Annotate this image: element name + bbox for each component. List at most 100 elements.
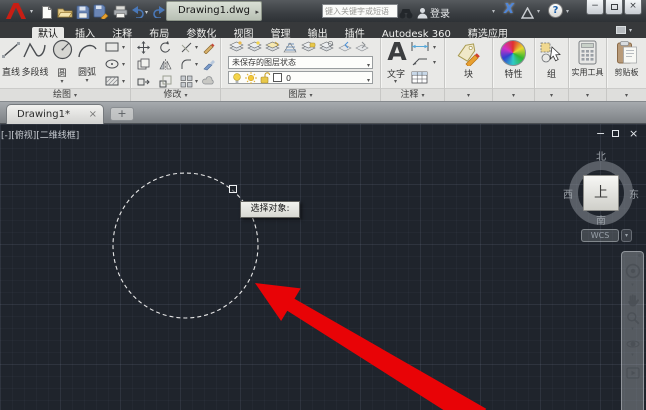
selected-circle[interactable] bbox=[113, 173, 258, 318]
paste-button[interactable] bbox=[616, 40, 638, 69]
undo-button[interactable] bbox=[129, 3, 146, 20]
color-wheel-icon[interactable] bbox=[500, 40, 526, 66]
rotate-tool-button[interactable] bbox=[158, 40, 173, 54]
viewport-controls[interactable]: [-][俯视][二维线框] bbox=[1, 128, 79, 141]
hatch-tool-button[interactable] bbox=[103, 74, 120, 87]
help-button[interactable]: ? bbox=[548, 3, 563, 18]
text-tool-button[interactable]: A bbox=[385, 39, 409, 64]
layer-state-dropdown[interactable]: 未保存的图层状态 ▾ bbox=[228, 56, 373, 69]
dimension-caret-icon[interactable]: ▾ bbox=[433, 44, 436, 51]
doc-close-button[interactable]: × bbox=[629, 128, 638, 139]
hatch-caret-icon[interactable]: ▾ bbox=[122, 78, 125, 85]
new-drawing-tab-button[interactable]: + bbox=[110, 107, 134, 121]
revision-cloud-tool-button[interactable] bbox=[201, 74, 216, 88]
wcs-button[interactable]: WCS bbox=[581, 229, 619, 242]
array-tool-button[interactable] bbox=[179, 74, 194, 88]
new-file-button[interactable] bbox=[38, 3, 55, 20]
leader-caret-icon[interactable]: ▾ bbox=[433, 59, 436, 66]
window-restore-button[interactable] bbox=[605, 0, 623, 15]
app-menu-caret-icon[interactable]: ▾ bbox=[30, 8, 33, 15]
doc-minimize-button[interactable]: − bbox=[596, 128, 605, 139]
dimension-tool-button[interactable] bbox=[409, 40, 430, 53]
undo-caret-icon[interactable]: ▾ bbox=[145, 9, 148, 16]
mirror-tool-button[interactable] bbox=[158, 57, 173, 71]
ribbon-collapse-button[interactable]: ▾ bbox=[616, 26, 636, 35]
doc-restore-button[interactable] bbox=[612, 128, 619, 139]
window-close-button[interactable]: × bbox=[624, 0, 642, 15]
exchange-apps-button[interactable]: X bbox=[504, 2, 514, 17]
insert-block-button[interactable] bbox=[455, 41, 482, 70]
arc-flyout-caret-icon[interactable]: ▾ bbox=[75, 78, 99, 84]
polyline-tool-button[interactable]: 多段线 bbox=[21, 40, 49, 78]
ellipse-caret-icon[interactable]: ▾ bbox=[122, 61, 125, 68]
file-tab-close-icon[interactable]: × bbox=[89, 105, 97, 124]
arc-tool-button[interactable]: 圆弧 ▾ bbox=[75, 40, 99, 84]
layer-lock-button[interactable] bbox=[300, 40, 317, 53]
fillet-tool-button[interactable] bbox=[179, 57, 194, 71]
window-minimize-button[interactable]: − bbox=[586, 0, 604, 15]
layer-dropdown[interactable]: 0 ▾ bbox=[228, 71, 373, 84]
title-flyout-icon[interactable]: ▸ bbox=[255, 8, 259, 16]
rectangle-tool-button[interactable] bbox=[103, 40, 120, 53]
circle-tool-button[interactable]: 圆 ▾ bbox=[50, 38, 74, 85]
layer-off-button[interactable] bbox=[246, 40, 263, 53]
line-tool-button[interactable]: 直线 bbox=[0, 40, 22, 78]
wcs-caret-button[interactable]: ▾ bbox=[621, 229, 632, 242]
panel-draw-title[interactable]: 绘图 ▾ bbox=[0, 88, 130, 101]
file-tab-drawing1[interactable]: Drawing1* × bbox=[6, 104, 104, 124]
stretch-tool-button[interactable] bbox=[136, 74, 151, 88]
pan-button[interactable] bbox=[626, 292, 639, 311]
leader-tool-button[interactable] bbox=[409, 55, 430, 68]
application-menu-button[interactable] bbox=[2, 1, 30, 21]
sign-in-label[interactable]: 登录 bbox=[430, 5, 450, 20]
showmotion-button[interactable] bbox=[626, 364, 640, 383]
trim-tool-button[interactable] bbox=[179, 40, 194, 54]
redo-button[interactable] bbox=[150, 3, 167, 20]
trim-caret-icon[interactable]: ▾ bbox=[195, 44, 198, 51]
fillet-caret-icon[interactable]: ▾ bbox=[195, 61, 198, 68]
panel-modify-title[interactable]: 修改 ▾ bbox=[131, 88, 220, 101]
panel-group-title[interactable]: ▾ bbox=[535, 88, 568, 101]
text-caret-icon[interactable]: ▾ bbox=[394, 78, 397, 85]
zoom-caret-icon[interactable]: ▾ bbox=[631, 326, 634, 332]
ellipse-tool-button[interactable] bbox=[103, 57, 120, 70]
panel-clipboard-title[interactable]: ▾ bbox=[607, 88, 646, 101]
viewcube-top-face[interactable]: 上 bbox=[583, 175, 619, 211]
sign-in-button[interactable] bbox=[417, 4, 428, 23]
save-as-button[interactable] bbox=[92, 3, 109, 20]
scale-tool-button[interactable] bbox=[158, 74, 173, 88]
explode-tool-button[interactable] bbox=[201, 57, 216, 71]
layer-freeze-button[interactable] bbox=[282, 40, 299, 53]
panel-annotation-title[interactable]: 注释 ▾ bbox=[381, 88, 444, 101]
panel-block-title[interactable]: ▾ bbox=[445, 88, 492, 101]
layer-isolate-button[interactable] bbox=[264, 40, 281, 53]
drawing-canvas[interactable]: [-][俯视][二维线框] − × 选择对象: 北 西 东 南 上 WCS ▾ … bbox=[0, 124, 646, 410]
quick-calc-button[interactable] bbox=[578, 40, 597, 69]
erase-tool-button[interactable] bbox=[201, 40, 216, 54]
wheel-caret-icon[interactable]: ▾ bbox=[631, 282, 634, 288]
save-button[interactable] bbox=[74, 3, 91, 20]
panel-utilities-title[interactable]: ▾ bbox=[569, 88, 606, 101]
panel-layers-title[interactable]: 图层 ▾ bbox=[221, 88, 380, 101]
layer-match-button[interactable] bbox=[318, 40, 335, 53]
search-input[interactable] bbox=[322, 4, 398, 18]
group-button[interactable] bbox=[539, 41, 564, 68]
layer-prev-button[interactable] bbox=[336, 40, 353, 53]
navbar-options-icon[interactable] bbox=[638, 254, 641, 257]
open-file-button[interactable] bbox=[56, 3, 73, 20]
communication-center-button[interactable] bbox=[521, 4, 534, 23]
circle-flyout-caret-icon[interactable]: ▾ bbox=[50, 79, 74, 85]
array-caret-icon[interactable]: ▾ bbox=[195, 78, 198, 85]
plot-button[interactable] bbox=[112, 3, 129, 20]
search-button[interactable] bbox=[399, 4, 413, 23]
signin-caret-icon[interactable]: ▾ bbox=[492, 8, 495, 15]
comm-caret-icon[interactable]: ▾ bbox=[537, 8, 540, 15]
rectangle-caret-icon[interactable]: ▾ bbox=[122, 44, 125, 51]
copy-tool-button[interactable] bbox=[136, 57, 151, 71]
move-tool-button[interactable] bbox=[136, 40, 151, 54]
layer-properties-button[interactable] bbox=[228, 40, 245, 53]
help-caret-icon[interactable]: ▾ bbox=[566, 8, 569, 15]
steering-wheel-button[interactable] bbox=[625, 263, 641, 283]
layer-state-button[interactable] bbox=[353, 40, 370, 53]
table-tool-button[interactable] bbox=[409, 71, 430, 84]
